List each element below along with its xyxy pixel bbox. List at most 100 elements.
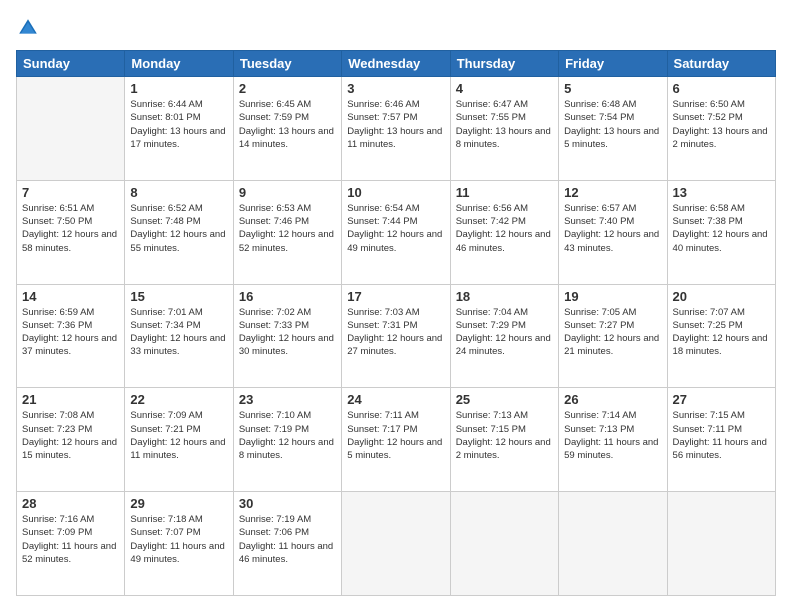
calendar-day-cell: 12 Sunrise: 6:57 AM Sunset: 7:40 PM Dayli… bbox=[559, 180, 667, 284]
day-info: Sunrise: 7:18 AM Sunset: 7:07 PM Dayligh… bbox=[130, 513, 227, 566]
calendar-day-cell: 26 Sunrise: 7:14 AM Sunset: 7:13 PM Dayli… bbox=[559, 388, 667, 492]
day-info: Sunrise: 7:02 AM Sunset: 7:33 PM Dayligh… bbox=[239, 306, 336, 359]
day-number: 29 bbox=[130, 496, 227, 511]
calendar-day-cell: 17Sunrise: 7:03 AM Sunset: 7:31 PM Dayli… bbox=[342, 284, 450, 388]
day-number: 12 bbox=[564, 185, 661, 200]
day-info: Sunrise: 6:48 AM Sunset: 7:54 PM Dayligh… bbox=[564, 98, 661, 151]
calendar-day-cell: 3 Sunrise: 6:46 AM Sunset: 7:57 PM Daylig… bbox=[342, 77, 450, 181]
day-number: 28 bbox=[22, 496, 119, 511]
day-number: 30 bbox=[239, 496, 336, 511]
day-info: Sunrise: 7:13 AM Sunset: 7:15 PM Dayligh… bbox=[456, 409, 553, 462]
day-info: Sunrise: 7:05 AM Sunset: 7:27 PM Dayligh… bbox=[564, 306, 661, 359]
calendar-day-cell bbox=[450, 492, 558, 596]
logo-icon bbox=[16, 16, 40, 40]
logo bbox=[16, 16, 44, 40]
calendar-week-row: 14 Sunrise: 6:59 AM Sunset: 7:36 PM Dayli… bbox=[17, 284, 776, 388]
weekday-header: Sunday bbox=[17, 51, 125, 77]
day-number: 24 bbox=[347, 392, 444, 407]
calendar-day-cell: 7 Sunrise: 6:51 AM Sunset: 7:50 PM Daylig… bbox=[17, 180, 125, 284]
day-info: Sunrise: 7:09 AM Sunset: 7:21 PM Dayligh… bbox=[130, 409, 227, 462]
calendar-day-cell bbox=[667, 492, 775, 596]
day-info: Sunrise: 7:04 AM Sunset: 7:29 PM Dayligh… bbox=[456, 306, 553, 359]
day-info: Sunrise: 6:44 AM Sunset: 8:01 PM Dayligh… bbox=[130, 98, 227, 151]
day-info: Sunrise: 6:59 AM Sunset: 7:36 PM Dayligh… bbox=[22, 306, 119, 359]
calendar-table: SundayMondayTuesdayWednesdayThursdayFrid… bbox=[16, 50, 776, 596]
calendar-day-cell: 29 Sunrise: 7:18 AM Sunset: 7:07 PM Dayli… bbox=[125, 492, 233, 596]
day-number: 15 bbox=[130, 289, 227, 304]
calendar-day-cell: 6 Sunrise: 6:50 AM Sunset: 7:52 PM Daylig… bbox=[667, 77, 775, 181]
calendar-day-cell: 23Sunrise: 7:10 AM Sunset: 7:19 PM Dayli… bbox=[233, 388, 341, 492]
day-number: 20 bbox=[673, 289, 770, 304]
day-number: 2 bbox=[239, 81, 336, 96]
calendar-day-cell: 13 Sunrise: 6:58 AM Sunset: 7:38 PM Dayli… bbox=[667, 180, 775, 284]
day-info: Sunrise: 6:58 AM Sunset: 7:38 PM Dayligh… bbox=[673, 202, 770, 255]
calendar-week-row: 28 Sunrise: 7:16 AM Sunset: 7:09 PM Dayli… bbox=[17, 492, 776, 596]
day-info: Sunrise: 6:45 AM Sunset: 7:59 PM Dayligh… bbox=[239, 98, 336, 151]
day-number: 14 bbox=[22, 289, 119, 304]
day-number: 10 bbox=[347, 185, 444, 200]
calendar-day-cell: 11Sunrise: 6:56 AM Sunset: 7:42 PM Dayli… bbox=[450, 180, 558, 284]
day-info: Sunrise: 6:51 AM Sunset: 7:50 PM Dayligh… bbox=[22, 202, 119, 255]
calendar-day-cell bbox=[342, 492, 450, 596]
calendar-week-row: 21 Sunrise: 7:08 AM Sunset: 7:23 PM Dayli… bbox=[17, 388, 776, 492]
day-number: 6 bbox=[673, 81, 770, 96]
day-info: Sunrise: 7:03 AM Sunset: 7:31 PM Dayligh… bbox=[347, 306, 444, 359]
day-info: Sunrise: 7:19 AM Sunset: 7:06 PM Dayligh… bbox=[239, 513, 336, 566]
day-number: 22 bbox=[130, 392, 227, 407]
day-number: 5 bbox=[564, 81, 661, 96]
day-number: 18 bbox=[456, 289, 553, 304]
day-number: 8 bbox=[130, 185, 227, 200]
day-number: 26 bbox=[564, 392, 661, 407]
calendar-day-cell: 22 Sunrise: 7:09 AM Sunset: 7:21 PM Dayli… bbox=[125, 388, 233, 492]
day-info: Sunrise: 7:08 AM Sunset: 7:23 PM Dayligh… bbox=[22, 409, 119, 462]
weekday-header: Wednesday bbox=[342, 51, 450, 77]
day-info: Sunrise: 6:47 AM Sunset: 7:55 PM Dayligh… bbox=[456, 98, 553, 151]
day-info: Sunrise: 6:46 AM Sunset: 7:57 PM Dayligh… bbox=[347, 98, 444, 151]
calendar-day-cell: 24 Sunrise: 7:11 AM Sunset: 7:17 PM Dayli… bbox=[342, 388, 450, 492]
day-info: Sunrise: 6:57 AM Sunset: 7:40 PM Dayligh… bbox=[564, 202, 661, 255]
day-number: 13 bbox=[673, 185, 770, 200]
calendar-week-row: 1 Sunrise: 6:44 AM Sunset: 8:01 PM Daylig… bbox=[17, 77, 776, 181]
day-info: Sunrise: 6:56 AM Sunset: 7:42 PM Dayligh… bbox=[456, 202, 553, 255]
day-info: Sunrise: 6:54 AM Sunset: 7:44 PM Dayligh… bbox=[347, 202, 444, 255]
day-number: 1 bbox=[130, 81, 227, 96]
calendar-day-cell: 16 Sunrise: 7:02 AM Sunset: 7:33 PM Dayli… bbox=[233, 284, 341, 388]
day-number: 21 bbox=[22, 392, 119, 407]
calendar-day-cell: 18 Sunrise: 7:04 AM Sunset: 7:29 PM Dayli… bbox=[450, 284, 558, 388]
day-number: 3 bbox=[347, 81, 444, 96]
calendar-day-cell: 15 Sunrise: 7:01 AM Sunset: 7:34 PM Dayli… bbox=[125, 284, 233, 388]
day-number: 25 bbox=[456, 392, 553, 407]
day-info: Sunrise: 7:16 AM Sunset: 7:09 PM Dayligh… bbox=[22, 513, 119, 566]
day-info: Sunrise: 7:01 AM Sunset: 7:34 PM Dayligh… bbox=[130, 306, 227, 359]
calendar-day-cell: 19Sunrise: 7:05 AM Sunset: 7:27 PM Dayli… bbox=[559, 284, 667, 388]
weekday-header: Thursday bbox=[450, 51, 558, 77]
day-info: Sunrise: 7:11 AM Sunset: 7:17 PM Dayligh… bbox=[347, 409, 444, 462]
calendar-day-cell: 21 Sunrise: 7:08 AM Sunset: 7:23 PM Dayli… bbox=[17, 388, 125, 492]
calendar-day-cell: 25 Sunrise: 7:13 AM Sunset: 7:15 PM Dayli… bbox=[450, 388, 558, 492]
calendar-day-cell: 8 Sunrise: 6:52 AM Sunset: 7:48 PM Daylig… bbox=[125, 180, 233, 284]
day-info: Sunrise: 6:52 AM Sunset: 7:48 PM Dayligh… bbox=[130, 202, 227, 255]
header bbox=[16, 16, 776, 40]
day-info: Sunrise: 6:53 AM Sunset: 7:46 PM Dayligh… bbox=[239, 202, 336, 255]
calendar-day-cell: 27 Sunrise: 7:15 AM Sunset: 7:11 PM Dayli… bbox=[667, 388, 775, 492]
day-info: Sunrise: 6:50 AM Sunset: 7:52 PM Dayligh… bbox=[673, 98, 770, 151]
calendar-day-cell: 1 Sunrise: 6:44 AM Sunset: 8:01 PM Daylig… bbox=[125, 77, 233, 181]
calendar-day-cell: 5 Sunrise: 6:48 AM Sunset: 7:54 PM Daylig… bbox=[559, 77, 667, 181]
day-number: 7 bbox=[22, 185, 119, 200]
calendar-day-cell: 2 Sunrise: 6:45 AM Sunset: 7:59 PM Daylig… bbox=[233, 77, 341, 181]
day-number: 4 bbox=[456, 81, 553, 96]
day-number: 16 bbox=[239, 289, 336, 304]
calendar-day-cell: 14 Sunrise: 6:59 AM Sunset: 7:36 PM Dayli… bbox=[17, 284, 125, 388]
day-number: 9 bbox=[239, 185, 336, 200]
day-info: Sunrise: 7:15 AM Sunset: 7:11 PM Dayligh… bbox=[673, 409, 770, 462]
calendar-header-row: SundayMondayTuesdayWednesdayThursdayFrid… bbox=[17, 51, 776, 77]
weekday-header: Friday bbox=[559, 51, 667, 77]
day-info: Sunrise: 7:14 AM Sunset: 7:13 PM Dayligh… bbox=[564, 409, 661, 462]
calendar-week-row: 7 Sunrise: 6:51 AM Sunset: 7:50 PM Daylig… bbox=[17, 180, 776, 284]
day-number: 27 bbox=[673, 392, 770, 407]
calendar-day-cell: 30 Sunrise: 7:19 AM Sunset: 7:06 PM Dayli… bbox=[233, 492, 341, 596]
page: SundayMondayTuesdayWednesdayThursdayFrid… bbox=[0, 0, 792, 612]
weekday-header: Saturday bbox=[667, 51, 775, 77]
day-info: Sunrise: 7:07 AM Sunset: 7:25 PM Dayligh… bbox=[673, 306, 770, 359]
calendar-day-cell bbox=[559, 492, 667, 596]
